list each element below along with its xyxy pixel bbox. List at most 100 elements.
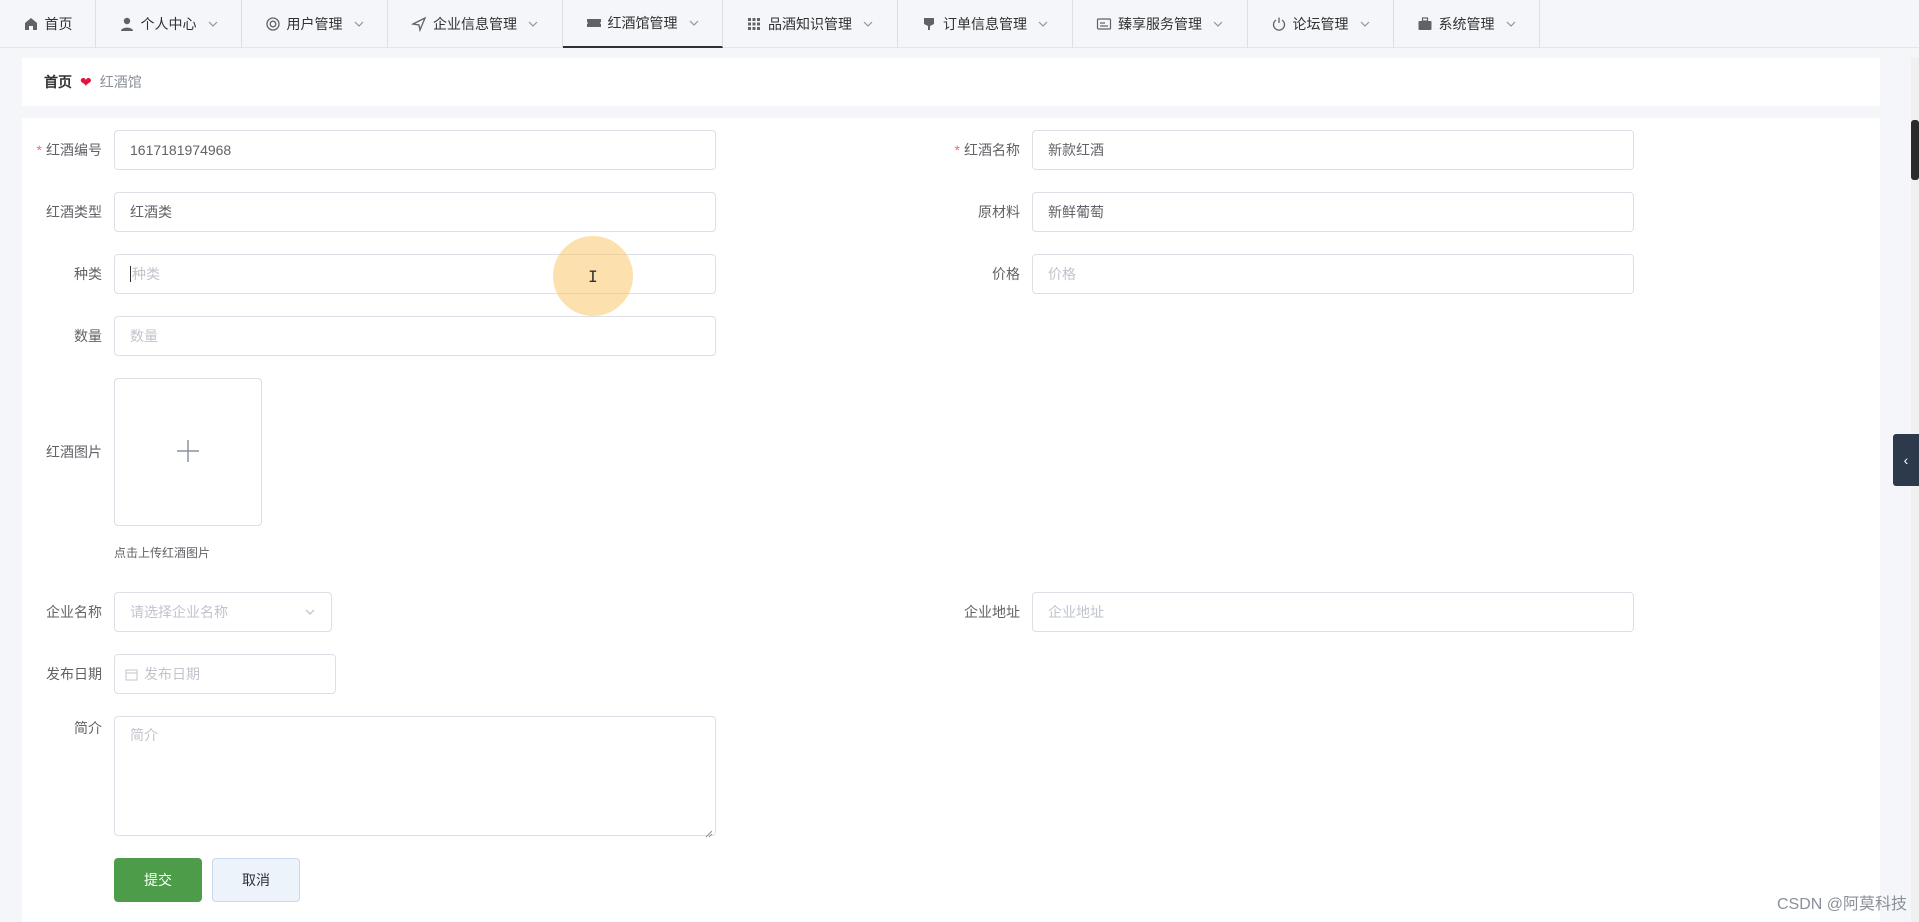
nav-item-label: 订单信息管理 xyxy=(943,16,1027,32)
material-field[interactable]: 新鲜葡萄 xyxy=(1032,192,1634,232)
chevron-down-icon xyxy=(304,606,316,618)
field-label: * 红酒名称 xyxy=(954,142,1020,158)
wine-no-field[interactable]: 1617181974968 xyxy=(114,130,716,170)
navigation-icon xyxy=(411,16,427,32)
nav-item-label: 首页 xyxy=(44,16,73,32)
field-label: 企业地址 xyxy=(964,604,1020,620)
resize-grip-icon[interactable] xyxy=(705,825,713,838)
breadcrumb-home[interactable]: 首页 xyxy=(44,72,72,92)
ticket-icon xyxy=(586,15,602,31)
power-icon xyxy=(1271,16,1287,32)
form-row-wine-type: 红酒类型 红酒类 xyxy=(22,192,716,232)
form-row-intro: 简介 xyxy=(22,718,114,738)
intro-textarea[interactable]: 简介 xyxy=(114,716,716,838)
company-name-select[interactable]: 请选择企业名称 xyxy=(114,592,332,632)
nav-item-premium-service[interactable]: 臻享服务管理 xyxy=(1073,0,1248,48)
upload-hint: 点击上传红酒图片 xyxy=(114,546,211,560)
field-label: 发布日期 xyxy=(46,666,102,682)
home-icon xyxy=(23,16,39,32)
user-icon xyxy=(119,16,135,32)
nav-item-personal-center[interactable]: 个人中心 xyxy=(96,0,242,48)
chevron-down-icon xyxy=(862,18,874,30)
company-name-placeholder: 请选择企业名称 xyxy=(130,604,228,620)
required-mark: * xyxy=(36,142,42,158)
scrollbar-thumb[interactable] xyxy=(1911,120,1919,180)
image-upload[interactable] xyxy=(114,378,262,526)
form-row-image: 红酒图片 xyxy=(22,442,114,462)
nav-item-order-info[interactable]: 订单信息管理 xyxy=(898,0,1073,48)
cancel-button[interactable]: 取消 xyxy=(212,858,300,902)
submit-button[interactable]: 提交 xyxy=(114,858,202,902)
cursor-highlight: I xyxy=(553,236,633,316)
chevron-down-icon xyxy=(1505,18,1517,30)
nav-item-forum-management[interactable]: 论坛管理 xyxy=(1248,0,1394,48)
chevron-down-icon xyxy=(1359,18,1371,30)
chevron-down-icon xyxy=(527,18,539,30)
plus-icon xyxy=(174,437,202,468)
nav-item-winery-management[interactable]: 红酒馆管理 xyxy=(563,0,723,48)
wine-type-field[interactable]: 红酒类 xyxy=(114,192,716,232)
collapse-panel-button[interactable]: ‹ xyxy=(1893,434,1919,486)
nav-item-label: 个人中心 xyxy=(140,16,197,32)
text-caret xyxy=(130,266,131,282)
field-label: 企业名称 xyxy=(46,604,102,620)
nav-item-home[interactable]: 首页 xyxy=(0,0,96,48)
intro-placeholder: 简介 xyxy=(130,727,158,743)
nav-item-label: 品酒知识管理 xyxy=(768,16,852,32)
heart-icon: ❤ xyxy=(80,73,92,90)
form-row-publish-date: 发布日期 发布日期 xyxy=(22,654,336,694)
text-cursor-icon: I xyxy=(588,266,598,286)
cup-icon xyxy=(921,16,937,32)
company-address-field[interactable]: 企业地址 xyxy=(1032,592,1634,632)
wine-form: * 红酒编号 1617181974968 * 红酒名称 新款红酒 红酒类型 红酒类 … xyxy=(22,118,1880,922)
price-field[interactable]: 价格 xyxy=(1032,254,1634,294)
category-placeholder: 种类 xyxy=(132,266,160,282)
field-label: 种类 xyxy=(74,266,102,282)
quantity-field[interactable]: 数量 xyxy=(114,316,716,356)
publish-date-placeholder: 发布日期 xyxy=(144,666,200,682)
chevron-left-icon: ‹ xyxy=(1903,452,1909,468)
chevron-down-icon xyxy=(1212,18,1224,30)
wine-name-field[interactable]: 新款红酒 xyxy=(1032,130,1634,170)
nav-item-label: 红酒馆管理 xyxy=(607,15,678,31)
nav-item-label: 企业信息管理 xyxy=(433,16,517,32)
chevron-down-icon xyxy=(353,18,365,30)
users-icon xyxy=(265,16,281,32)
nav-item-system-management[interactable]: 系统管理 xyxy=(1394,0,1540,48)
nav-item-label: 用户管理 xyxy=(286,16,343,32)
chevron-down-icon xyxy=(1037,18,1049,30)
form-row-quantity: 数量 数量 xyxy=(22,316,716,356)
nav-item-label: 论坛管理 xyxy=(1292,16,1349,32)
breadcrumb: 首页 ❤ 红酒馆 xyxy=(22,58,1880,106)
nav-item-enterprise-info[interactable]: 企业信息管理 xyxy=(388,0,563,48)
form-row-material: 原材料 新鲜葡萄 xyxy=(940,192,1634,232)
page-scrollbar[interactable] xyxy=(1911,58,1919,922)
nav-item-wine-knowledge[interactable]: 品酒知识管理 xyxy=(723,0,898,48)
calendar-icon xyxy=(125,668,138,681)
field-label: 红酒类型 xyxy=(46,204,102,220)
publish-date-picker[interactable]: 发布日期 xyxy=(114,654,336,694)
field-label: 原材料 xyxy=(978,204,1020,220)
breadcrumb-current: 红酒馆 xyxy=(99,74,142,90)
form-row-price: 价格 价格 xyxy=(940,254,1634,294)
chevron-down-icon xyxy=(207,18,219,30)
field-label: 红酒图片 xyxy=(46,444,102,460)
field-label: 价格 xyxy=(992,266,1020,282)
field-label: 简介 xyxy=(74,720,102,736)
required-mark: * xyxy=(954,142,960,158)
grid-icon xyxy=(746,16,762,32)
form-row-wine-name: * 红酒名称 新款红酒 xyxy=(940,130,1634,170)
form-row-wine-no: * 红酒编号 1617181974968 xyxy=(22,130,716,170)
form-row-company-address: 企业地址 企业地址 xyxy=(940,592,1634,632)
nav-item-user-management[interactable]: 用户管理 xyxy=(242,0,388,48)
watermark: CSDN @阿莫科技 xyxy=(1776,896,1907,913)
top-navigation: 首页 个人中心 用户管理 企业信息管理 红酒馆管理 品酒知识管理 订单信息管理 … xyxy=(0,0,1919,48)
nav-item-label: 臻享服务管理 xyxy=(1118,16,1202,32)
briefcase-icon xyxy=(1417,16,1433,32)
form-row-company-name: 企业名称 请选择企业名称 xyxy=(22,592,332,632)
nav-item-label: 系统管理 xyxy=(1438,16,1495,32)
field-label: * 红酒编号 xyxy=(36,142,102,158)
card-icon xyxy=(1096,16,1112,32)
field-label: 数量 xyxy=(74,328,102,344)
chevron-down-icon xyxy=(688,17,700,29)
